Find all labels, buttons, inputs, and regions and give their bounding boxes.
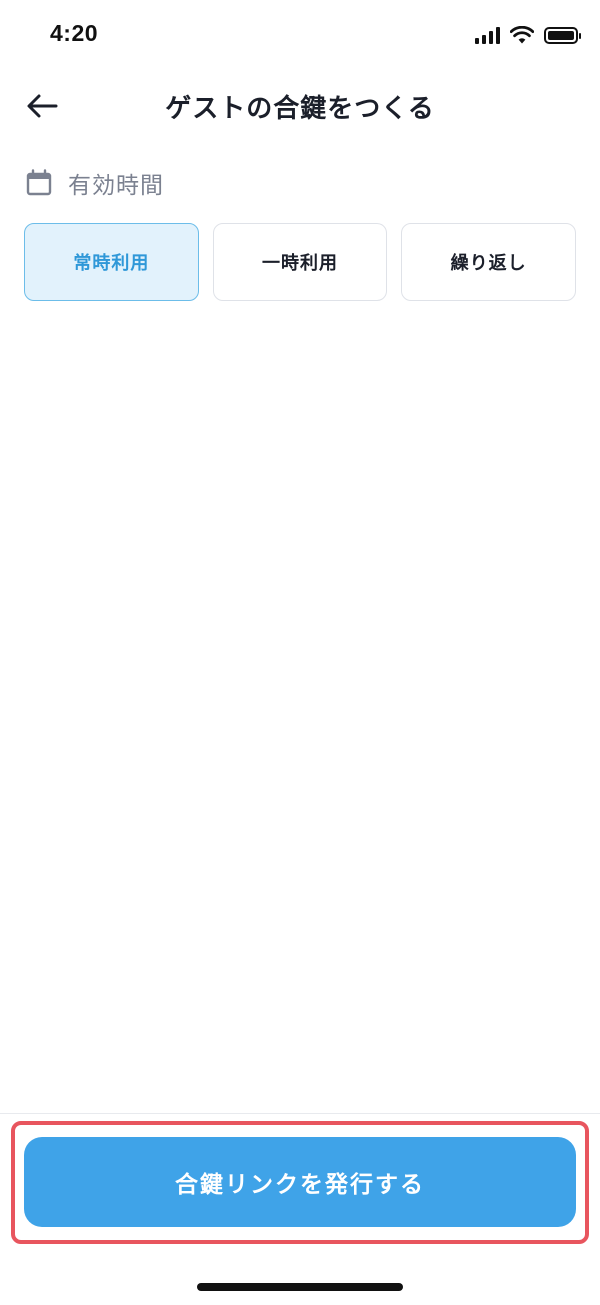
status-bar: 4:20 (0, 0, 600, 70)
home-indicator (197, 1283, 403, 1291)
option-always[interactable]: 常時利用 (24, 223, 199, 301)
footer-divider (0, 1113, 600, 1114)
wifi-icon (510, 26, 534, 44)
validity-label: 有効時間 (68, 173, 164, 199)
issue-link-button[interactable]: 合鍵リンクを発行する (24, 1137, 576, 1227)
battery-icon (544, 26, 581, 44)
validity-section-label: 有効時間 (26, 166, 164, 200)
option-temporary[interactable]: 一時利用 (212, 223, 388, 301)
calendar-icon (26, 169, 52, 196)
option-recurring[interactable]: 繰り返し (401, 223, 577, 301)
screen: 4:20 ゲストの合鍵をつくる 有効時間 常時利用 一時利用 繰り返し 合鍵リン… (0, 0, 600, 1305)
header: ゲストの合鍵をつくる (0, 70, 600, 140)
cellular-signal-icon (475, 26, 500, 44)
validity-options: 常時利用 一時利用 繰り返し (24, 223, 577, 301)
status-icons (475, 24, 581, 46)
battery-level (548, 30, 574, 40)
status-time: 4:20 (50, 20, 99, 46)
page-title: ゲストの合鍵をつくる (165, 94, 435, 124)
